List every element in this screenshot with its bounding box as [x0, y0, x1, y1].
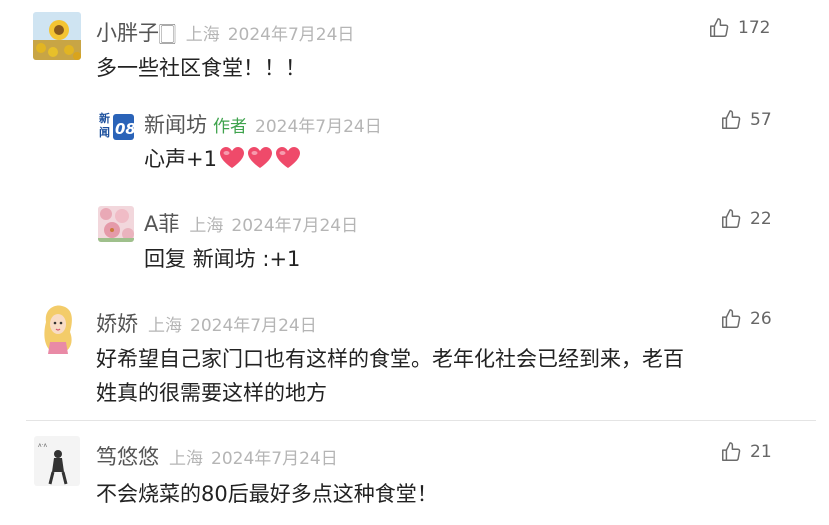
comment-text: 不会烧菜的80后最好多点这种食堂！: [96, 482, 438, 506]
username[interactable]: 新闻坊: [144, 109, 207, 139]
author-tag: 作者: [213, 117, 247, 137]
date-label: 2024年7月24日: [231, 216, 359, 236]
date-label: 2024年7月24日: [190, 316, 317, 336]
thumbs-up-icon: [722, 209, 741, 228]
like-button[interactable]: 57: [720, 109, 772, 131]
comment-divider: [26, 420, 816, 421]
reply-item: 新 闻 08 新闻坊 作者 2024年7月24日 57 心声+1: [0, 95, 829, 190]
comment-item: 娇娇 上海 2024年7月24日 26 好希望自己家门口也有这样的食堂。老年化社…: [0, 290, 829, 420]
sketch-figure-avatar-icon[interactable]: ʌ·ʌ: [34, 436, 80, 486]
date-label: 2024年7月24日: [255, 117, 382, 137]
comment-text: 回复 新闻坊 :+1: [144, 241, 300, 277]
thumbs-up-icon: [722, 110, 741, 129]
comment-text-line-2: 姓真的很需要这样的地方: [96, 381, 327, 405]
sunflower-field-avatar-icon[interactable]: [33, 12, 81, 60]
comment-text-content: :+1: [262, 247, 301, 271]
thumbs-up-icon: [722, 442, 741, 461]
heart-emoji-icon: [275, 147, 300, 168]
username[interactable]: A菲: [144, 208, 179, 238]
location-label: 上海: [189, 216, 224, 236]
comment-item: 小胖子🀆 上海 2024年7月24日 172 多一些社区食堂！！！: [0, 0, 829, 95]
location-label: 上海: [185, 25, 220, 45]
like-count: 57: [750, 110, 772, 130]
comment-meta: 娇娇 上海 2024年7月24日: [96, 308, 317, 338]
reply-item: A菲 上海 2024年7月24日 22 回复 新闻坊 :+1: [0, 190, 829, 285]
comment-meta: A菲 上海 2024年7月24日: [144, 208, 358, 238]
svg-text:新: 新: [99, 111, 110, 125]
like-button[interactable]: 22: [720, 208, 772, 230]
username[interactable]: 小胖子🀆: [96, 17, 176, 47]
username[interactable]: 娇娇: [96, 308, 138, 338]
comment-text-content: 心声+1: [144, 147, 217, 171]
pink-blossom-avatar-icon[interactable]: [98, 206, 134, 242]
comment-text: 心声+1: [144, 141, 301, 177]
heart-emoji-icon: [219, 147, 244, 168]
reply-prefix: 回复: [144, 247, 186, 271]
comment-meta: 小胖子🀆 上海 2024年7月24日: [96, 17, 354, 47]
svg-text:ʌ·ʌ: ʌ·ʌ: [38, 442, 47, 449]
comment-item: ʌ·ʌ 笃悠悠 上海 2024年7月24日 21 不会烧菜的80后最好多点这种食…: [0, 422, 829, 525]
comment-meta: 新闻坊 作者 2024年7月24日: [144, 109, 382, 139]
username[interactable]: 笃悠悠: [96, 441, 159, 471]
svg-text:08: 08: [115, 120, 134, 138]
location-label: 上海: [148, 316, 182, 336]
comment-text-line-1: 好希望自己家门口也有这样的食堂。老年化社会已经到来，老百: [96, 347, 684, 371]
like-count: 21: [750, 442, 772, 462]
comment-text: 多一些社区食堂！！！: [96, 56, 306, 80]
date-label: 2024年7月24日: [211, 449, 338, 469]
xinwenfang-logo-avatar-icon[interactable]: 新 闻 08: [98, 108, 134, 144]
thumbs-up-icon: [710, 18, 729, 37]
date-label: 2024年7月24日: [227, 25, 355, 45]
like-button[interactable]: 26: [720, 308, 772, 330]
like-button[interactable]: 21: [720, 441, 772, 463]
reply-to-user[interactable]: 新闻坊: [193, 247, 256, 271]
thumbs-up-icon: [722, 309, 741, 328]
comment-meta: 笃悠悠 上海 2024年7月24日: [96, 441, 338, 471]
like-count: 22: [750, 209, 772, 229]
cartoon-princess-avatar-icon[interactable]: [34, 302, 82, 354]
heart-emoji-icon: [247, 147, 272, 168]
like-count: 172: [738, 18, 771, 38]
svg-text:闻: 闻: [99, 125, 110, 139]
location-label: 上海: [169, 449, 203, 469]
like-button[interactable]: 172: [708, 17, 770, 39]
like-count: 26: [750, 309, 772, 329]
